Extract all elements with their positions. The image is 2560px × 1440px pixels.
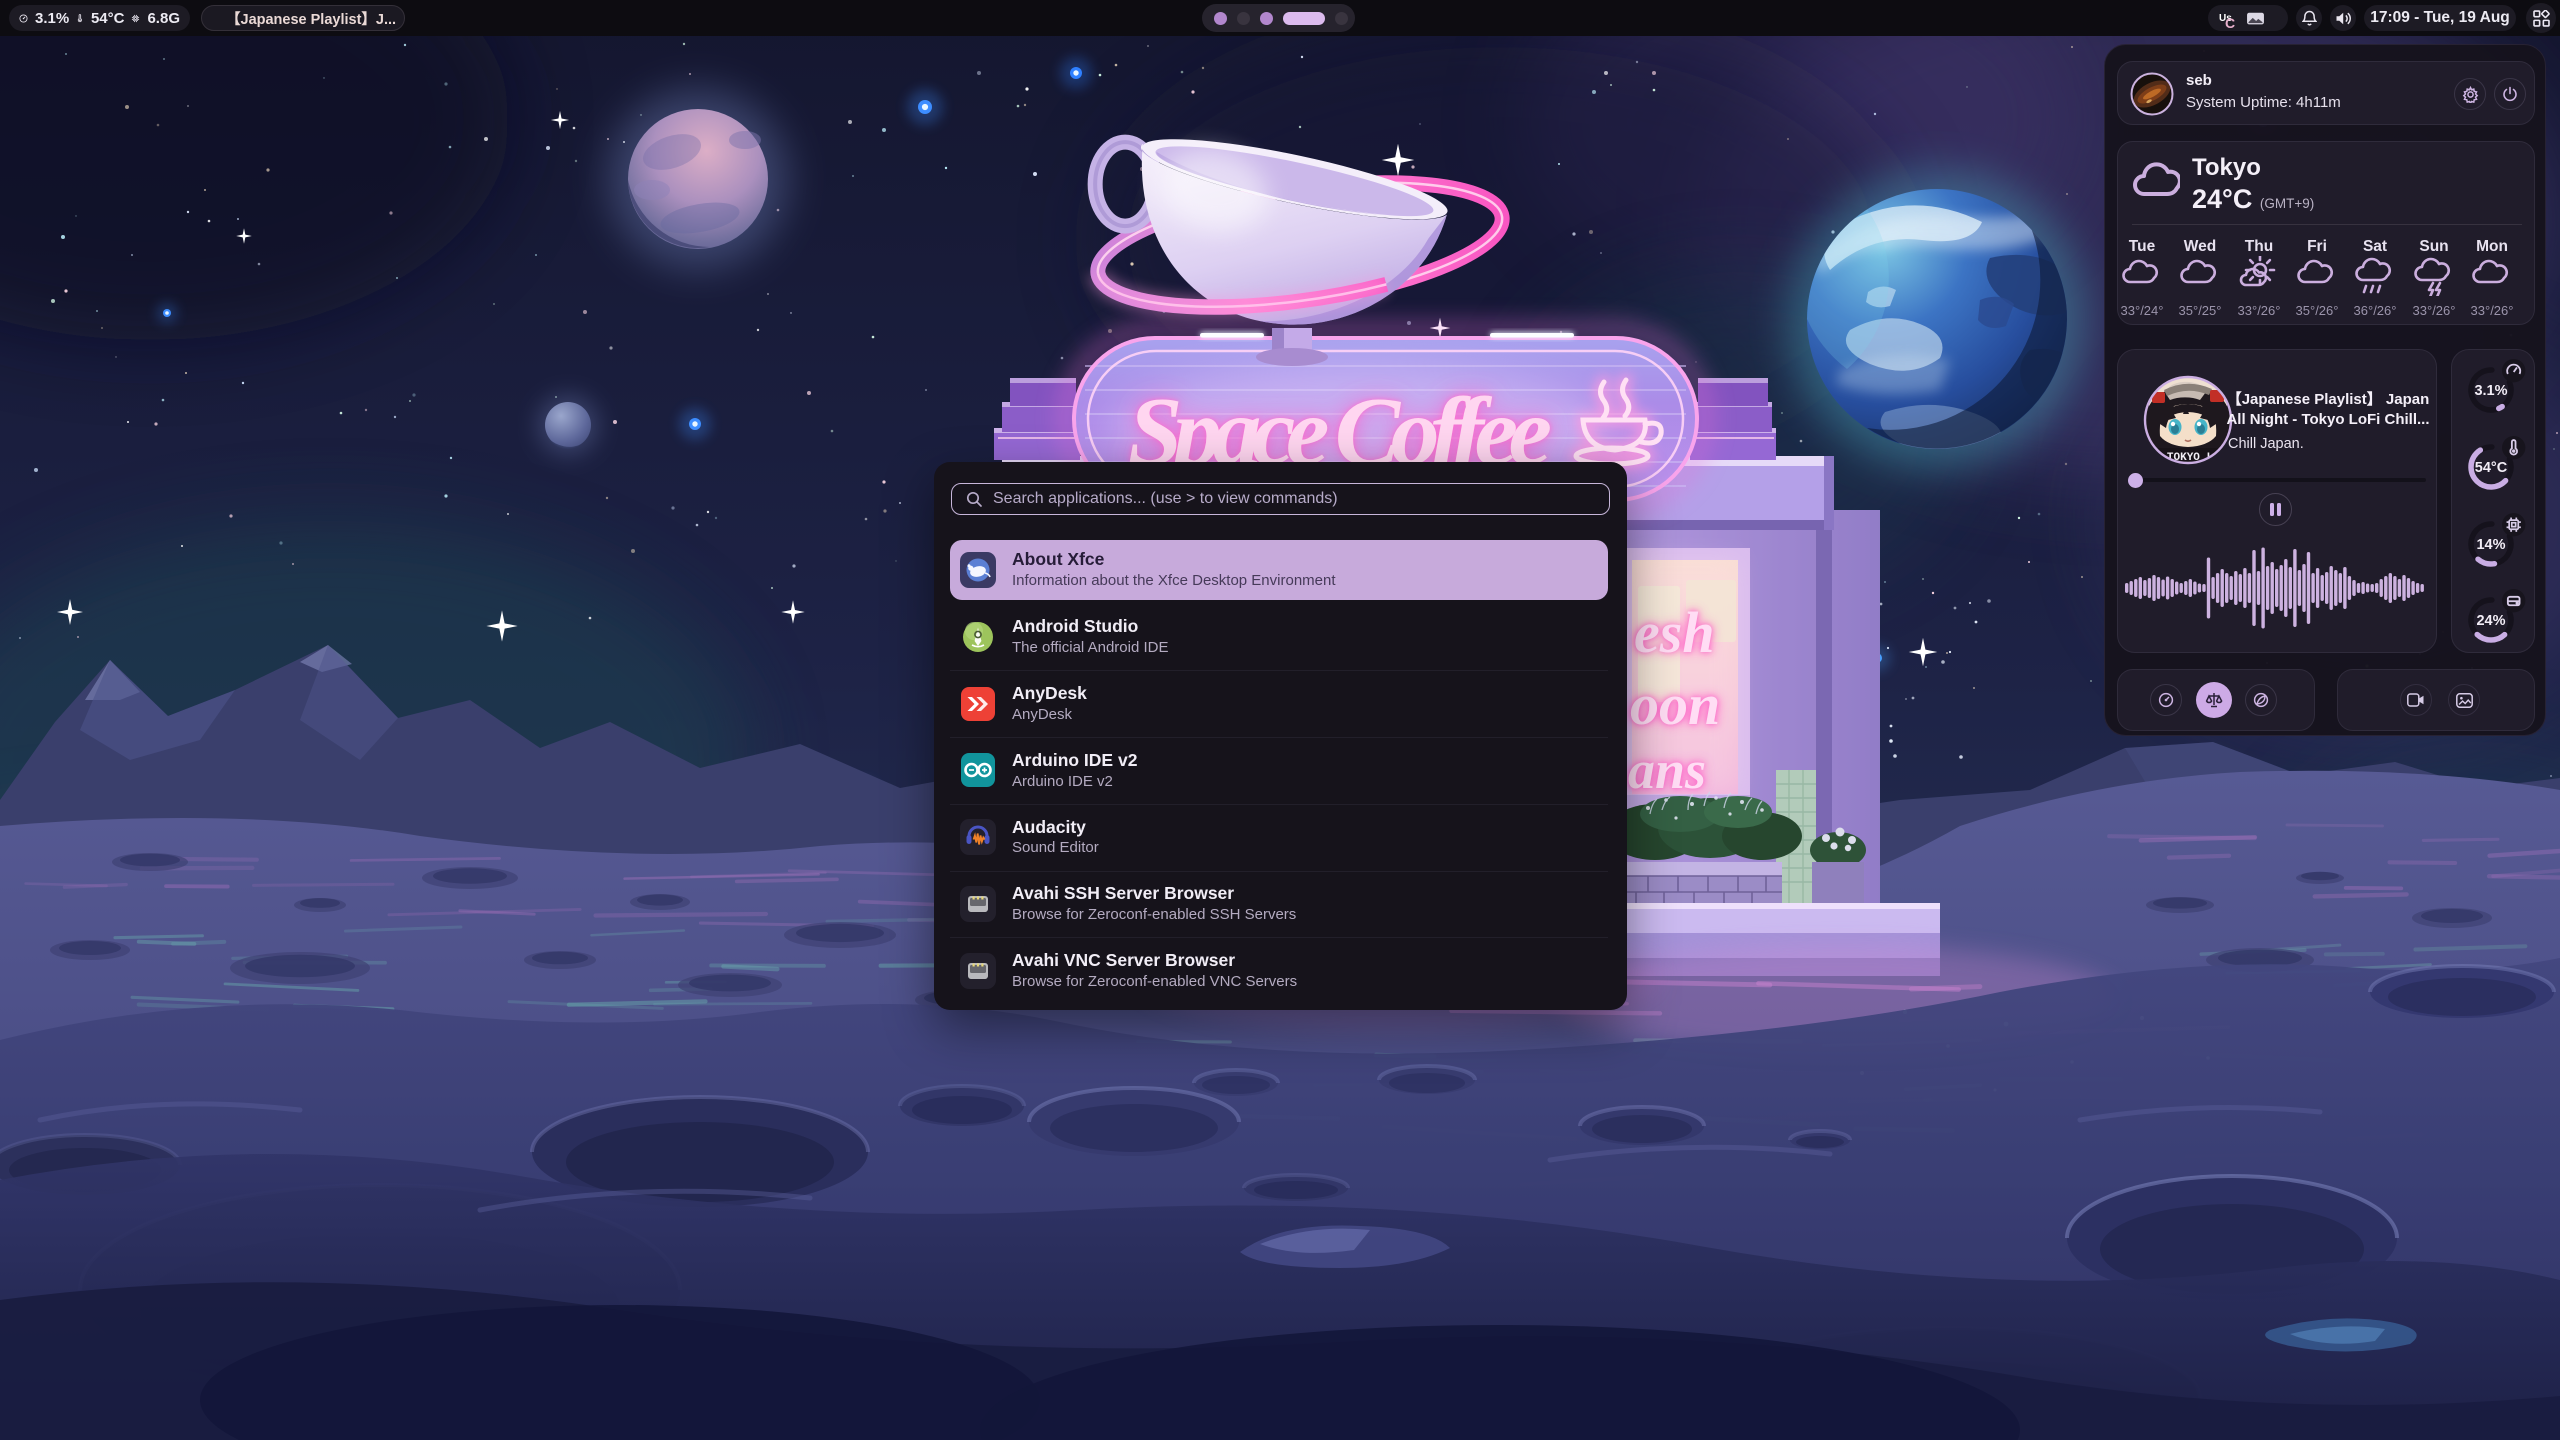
svg-text:oon: oon bbox=[1630, 672, 1720, 737]
svg-text:esh: esh bbox=[1634, 600, 1715, 665]
svg-text:ans: ans bbox=[1628, 740, 1706, 800]
